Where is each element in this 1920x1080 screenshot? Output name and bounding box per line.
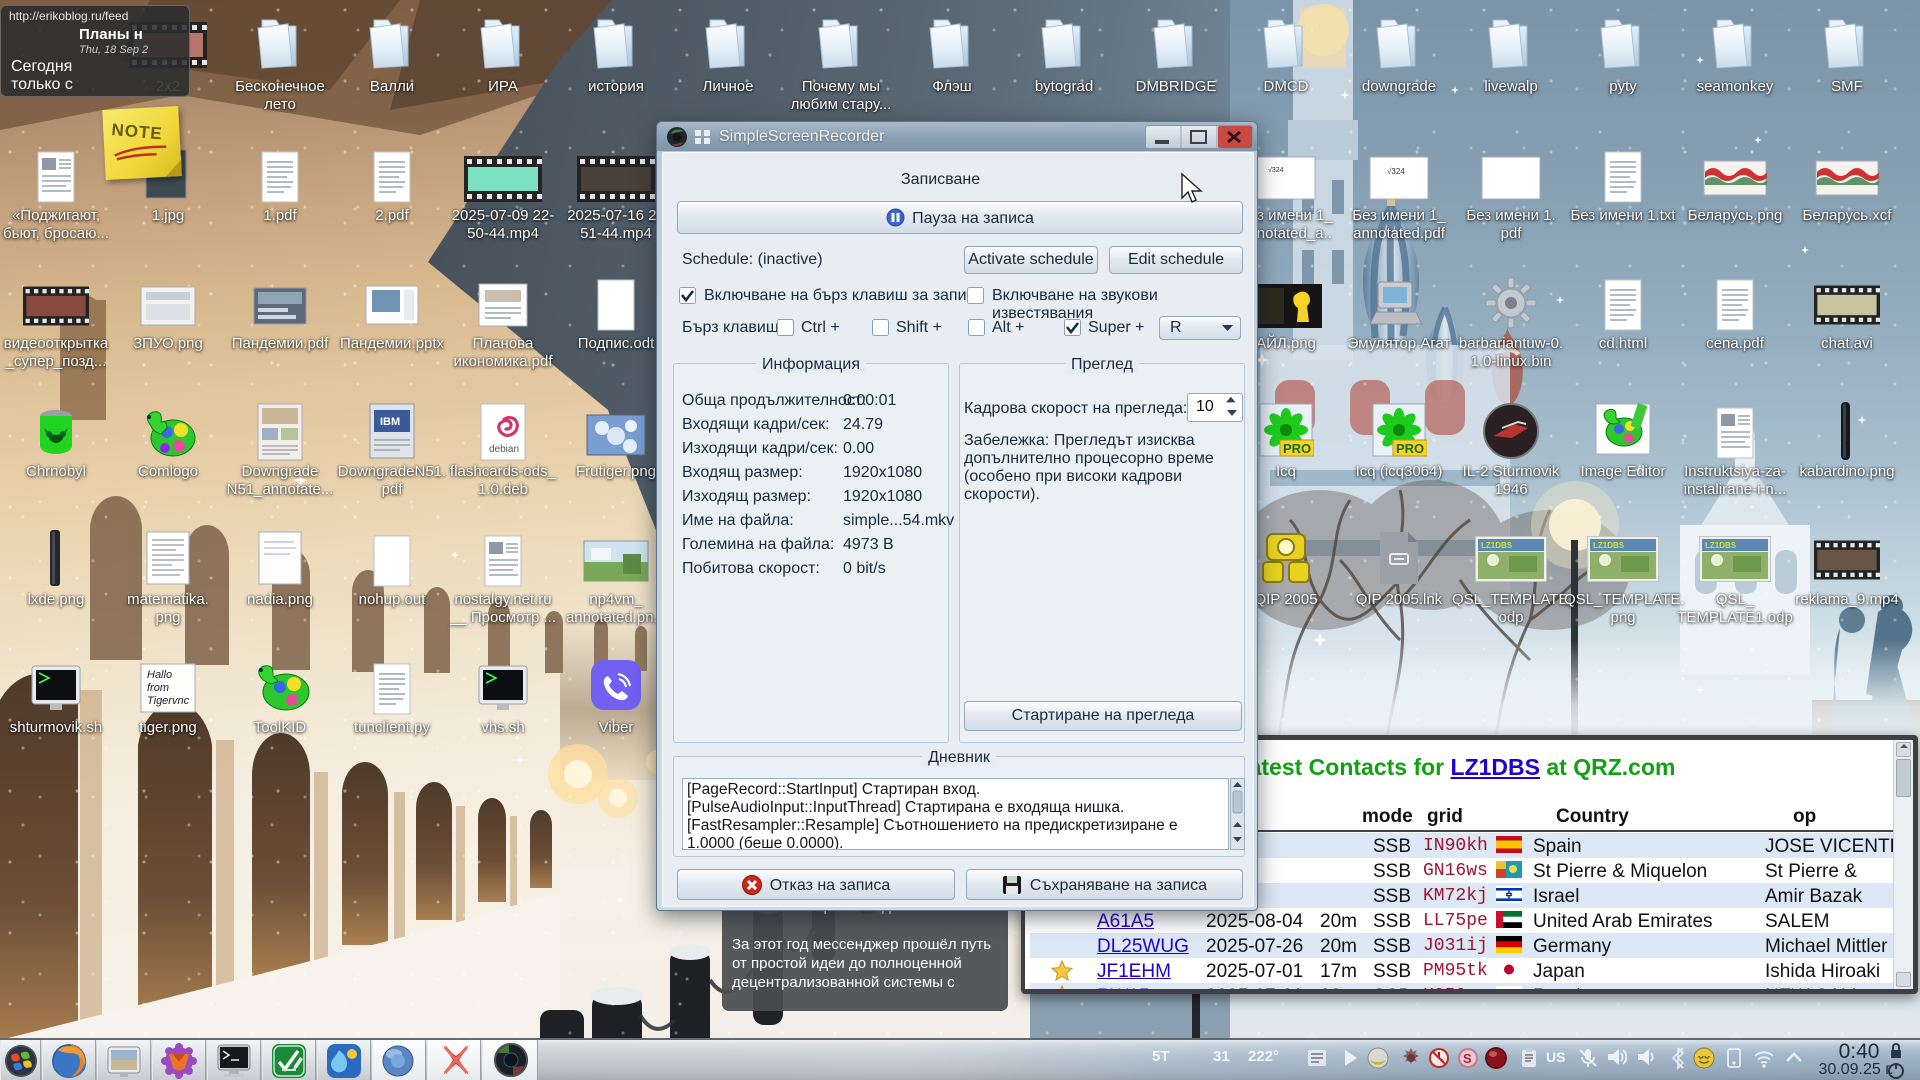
- svg-text:Tigervnc: Tigervnc: [147, 695, 190, 707]
- svg-text:LZ1DBS: LZ1DBS: [1481, 541, 1513, 550]
- svg-text:√324: √324: [1268, 166, 1284, 174]
- svg-text:PRO: PRO: [1396, 441, 1424, 456]
- svg-text:debian: debian: [489, 444, 519, 455]
- svg-text:IBM: IBM: [380, 416, 400, 428]
- svg-text:S: S: [1463, 1051, 1472, 1066]
- svg-text:PRO: PRO: [1283, 441, 1311, 456]
- svg-text:LZ1DBS: LZ1DBS: [1593, 541, 1625, 550]
- svg-text:LZ1DBS: LZ1DBS: [1705, 541, 1737, 550]
- svg-text:Hallo: Hallo: [147, 669, 172, 681]
- svg-text:from: from: [147, 682, 169, 694]
- svg-text:√324: √324: [1387, 167, 1405, 176]
